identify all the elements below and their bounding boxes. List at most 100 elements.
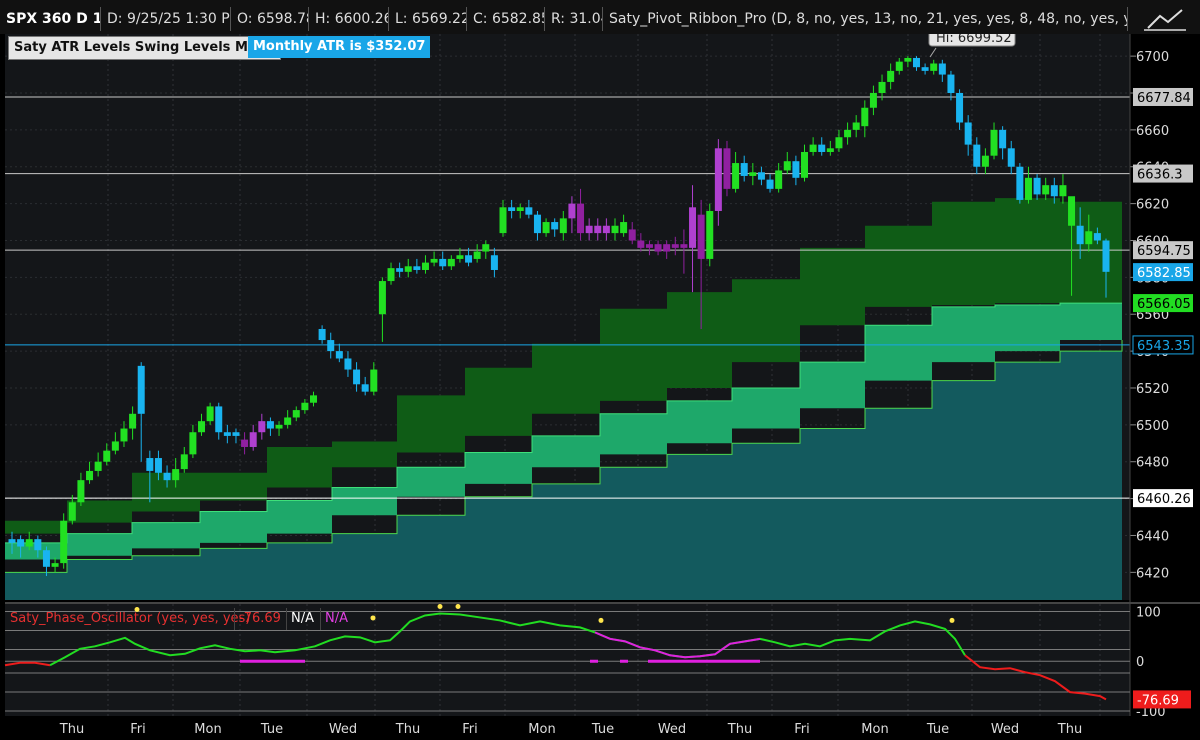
candle-body	[146, 458, 154, 471]
candle-body	[895, 61, 903, 71]
candle-body	[964, 122, 972, 145]
candle-body	[275, 424, 283, 429]
candle-body	[801, 151, 809, 178]
x-tick-label: Wed	[329, 722, 357, 737]
bar-low: L: 6569.22	[388, 7, 466, 31]
candle-body	[525, 207, 533, 215]
candle-body	[421, 262, 429, 270]
oscillator-tick-label: 100	[1136, 605, 1161, 620]
candle-body	[990, 129, 998, 156]
candle-body	[869, 92, 877, 108]
candle-body	[1085, 231, 1093, 245]
candle-body	[956, 92, 964, 123]
candle-body	[25, 539, 33, 547]
oscillator-title[interactable]: Saty_Phase_Oscillator (yes, yes, yes)	[6, 608, 254, 630]
candle-body	[309, 395, 317, 403]
candle-body	[921, 67, 929, 71]
candle-body	[1016, 166, 1024, 200]
candle-body	[111, 441, 119, 451]
candle-body	[792, 161, 800, 178]
candle-body	[137, 365, 145, 414]
candle-body	[680, 244, 688, 248]
candle-body	[714, 148, 722, 211]
price-level-label: 6543.35	[1137, 339, 1191, 354]
drawing-tool-icon[interactable]	[1130, 4, 1200, 34]
candle-body	[198, 421, 206, 433]
candle-body	[51, 563, 59, 567]
candle-body	[482, 244, 490, 252]
candle-body	[887, 70, 895, 82]
candle-body	[645, 244, 653, 248]
candle-body	[378, 281, 386, 315]
y-tick-label: 6620	[1136, 198, 1169, 213]
candle-body	[585, 225, 593, 234]
candle-body	[86, 470, 94, 481]
candle-body	[1024, 177, 1032, 200]
signal-dot	[437, 603, 443, 609]
candle-body	[266, 421, 274, 429]
candle	[1016, 163, 1024, 204]
candle-body	[844, 129, 852, 138]
signal-dot	[455, 603, 461, 609]
bar-open: O: 6598.78	[230, 7, 308, 31]
candle-body	[241, 439, 249, 447]
candle-body	[861, 107, 869, 127]
candle-body	[1059, 185, 1067, 197]
candle-body	[301, 402, 309, 411]
candle-body	[947, 74, 955, 93]
candle-body	[292, 410, 300, 418]
candle-body	[370, 369, 378, 392]
signal-dot	[370, 615, 376, 621]
price-level-label: 6677.84	[1137, 91, 1191, 106]
oscillator-value: -76.69	[234, 608, 285, 630]
candle-body	[430, 258, 438, 263]
candle-body	[938, 63, 946, 75]
candle-body	[783, 161, 791, 171]
symbol-label[interactable]: SPX 360 D 1h	[0, 7, 100, 31]
x-tick-label: Mon	[861, 722, 888, 737]
candle-body	[878, 81, 886, 93]
candle-body	[594, 225, 602, 234]
atr-mode-label: Saty ATR Levels Swing Levels Mode	[8, 36, 281, 60]
x-tick-label: Thu	[727, 722, 752, 737]
candle-body	[611, 225, 619, 234]
candle-body	[77, 480, 85, 503]
candle-body	[826, 148, 834, 152]
candle-body	[559, 218, 567, 234]
study-label[interactable]: Saty_Pivot_Ribbon_Pro (D, 8, no, yes, 13…	[602, 7, 1128, 31]
x-tick-label: Thu	[1057, 722, 1082, 737]
candle-body	[999, 129, 1007, 149]
oscillator-tick-label: 0	[1136, 655, 1144, 670]
oscillator-value-tag-label: -76.69	[1137, 693, 1179, 708]
candle-body	[732, 163, 740, 189]
candle	[60, 513, 68, 569]
signal-dot	[949, 617, 955, 623]
candle-body	[809, 144, 817, 152]
candle-body	[542, 222, 550, 234]
candle-body	[34, 539, 42, 551]
candle-body	[1102, 240, 1110, 272]
candle-body	[249, 432, 257, 447]
candle-body	[533, 214, 541, 234]
x-tick-label: Mon	[528, 722, 555, 737]
candle-body	[1042, 185, 1050, 195]
candle-body	[94, 461, 102, 471]
candle-body	[775, 170, 783, 189]
candle-body	[973, 144, 981, 167]
candle-body	[465, 255, 473, 263]
x-tick-label: Fri	[130, 722, 146, 737]
candle-body	[490, 255, 498, 270]
candle-body	[344, 358, 352, 370]
candle-body	[361, 384, 369, 392]
candle	[706, 203, 714, 267]
candle-body	[1068, 196, 1076, 226]
price-level-label: 6594.75	[1137, 244, 1191, 259]
candle-body	[508, 207, 516, 211]
candle-body	[904, 57, 912, 62]
candle-body	[353, 369, 361, 385]
oscillator-na-2: N/A	[320, 608, 352, 630]
candle-body	[404, 266, 412, 272]
candle-body	[1033, 177, 1041, 195]
y-tick-label: 6440	[1136, 529, 1169, 544]
candle-body	[740, 163, 748, 176]
